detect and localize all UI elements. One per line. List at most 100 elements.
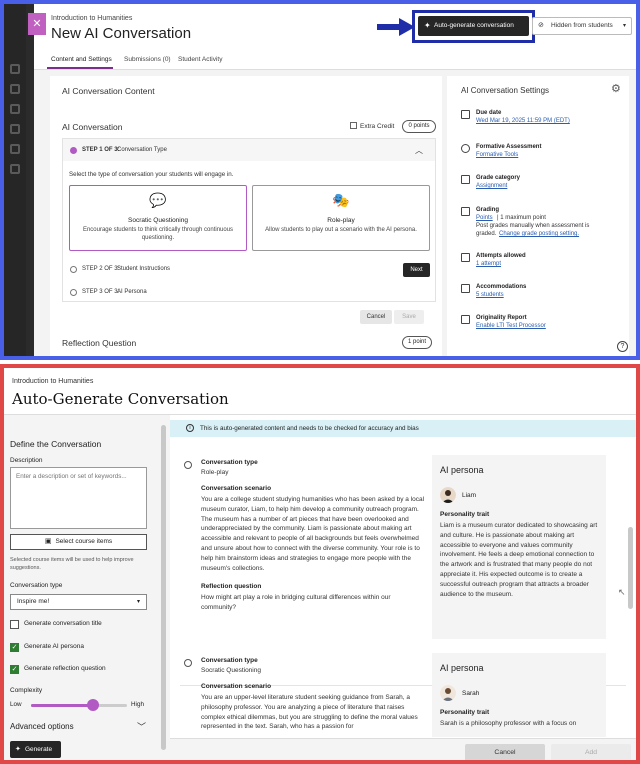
auto-generate-button[interactable]: ✦ Auto-generate conversation	[418, 16, 529, 36]
advanced-options-toggle[interactable]: Advanced options	[10, 722, 74, 731]
grading-suffix: | 1 maximum point	[497, 215, 546, 221]
socratic-questioning-card[interactable]: 💬 Socratic Questioning Encourage student…	[69, 185, 247, 251]
conversation-type-select[interactable]: Inspire me! ▾	[10, 594, 147, 610]
trait-label: Personality trait	[440, 709, 490, 716]
persona-name: Liam	[462, 492, 477, 499]
nav-icon	[10, 104, 20, 114]
course-items-hint: Selected course items will be used to he…	[10, 557, 134, 571]
chevron-up-icon[interactable]: ︿	[415, 145, 423, 156]
chevron-down-icon[interactable]: ﹀	[137, 720, 146, 733]
cancel-button[interactable]: Cancel	[360, 310, 392, 324]
step-3-row[interactable]: STEP 3 OF 3: AI Persona	[63, 283, 435, 303]
chevron-down-icon: ▾	[136, 599, 140, 605]
card-name: Role-play	[327, 217, 355, 224]
reflection-text: How might art play a role in bridging cu…	[201, 594, 391, 611]
type-label: Conversation type	[201, 459, 258, 466]
accommodations-link[interactable]: 5 students	[476, 292, 504, 298]
points-pill[interactable]: 0 points	[402, 120, 436, 133]
page-title: Auto-Generate Conversation	[12, 390, 229, 408]
setting-label: Due date	[476, 110, 502, 116]
ai-disclaimer-banner: i This is auto-generated content and nee…	[170, 420, 636, 437]
radio-icon[interactable]	[184, 461, 192, 469]
step-inactive-dot	[70, 289, 77, 296]
select-course-items-button[interactable]: ▣ Select course items	[10, 534, 147, 550]
reflection-points-pill[interactable]: 1 point	[402, 336, 432, 349]
radio-icon[interactable]	[184, 659, 192, 667]
step-inactive-dot	[70, 266, 77, 273]
bottom-screenshot-frame: Introduction to Humanities Auto-Generate…	[0, 364, 640, 764]
scenario-text: You are an upper-level literature studen…	[201, 694, 418, 731]
extra-credit-checkbox[interactable]: Extra Credit	[350, 122, 394, 130]
step-2-row[interactable]: STEP 2 OF 3: Student Instructions	[63, 259, 435, 279]
complexity-slider[interactable]	[31, 704, 127, 707]
help-icon[interactable]: ?	[617, 341, 628, 352]
eye-slash-icon: ⊘	[538, 22, 544, 29]
scrollbar[interactable]	[161, 425, 166, 750]
formative-link[interactable]: Formative Tools	[476, 152, 518, 158]
step-active-dot	[70, 147, 77, 154]
type-label: Conversation type	[201, 657, 258, 664]
ai-conversation-panel: ✕ Introduction to Humanities New AI Conv…	[28, 4, 636, 356]
active-tab-indicator	[47, 67, 113, 69]
add-button[interactable]: Add	[551, 744, 631, 760]
results-panel: i This is auto-generated content and nee…	[170, 415, 636, 760]
scrollbar[interactable]	[628, 527, 633, 609]
calendar-icon	[461, 110, 470, 119]
reflection-label: Reflection question	[201, 583, 262, 590]
checkbox-box[interactable]	[10, 620, 19, 629]
type-value: Socratic Questioning	[201, 667, 261, 674]
persona-heading: AI persona	[440, 663, 484, 673]
reflection-question-title: Reflection Question	[62, 338, 137, 348]
grade-category-link[interactable]: Assignment	[476, 183, 507, 189]
breadcrumb[interactable]: Introduction to Humanities	[51, 15, 132, 22]
close-icon[interactable]: ✕	[28, 13, 46, 35]
originality-link[interactable]: Enable LTI Test Processor	[476, 323, 546, 329]
originality-icon	[461, 315, 470, 324]
type-value: Role-play	[201, 469, 229, 476]
slider-handle[interactable]	[87, 699, 100, 711]
conversation-type-label: Conversation type	[10, 582, 63, 589]
breadcrumb[interactable]: Introduction to Humanities	[12, 378, 93, 385]
arrow-right-icon	[377, 18, 415, 36]
info-icon: i	[186, 424, 194, 432]
tab-content-and-settings[interactable]: Content and Settings	[51, 56, 112, 63]
avatar-icon	[440, 487, 456, 503]
checkbox-box[interactable]: ✓	[10, 643, 19, 652]
tab-submissions[interactable]: Submissions (0)	[124, 56, 171, 63]
generate-label: Generate	[25, 746, 53, 753]
grading-icon	[461, 207, 470, 216]
step-1-header[interactable]: STEP 1 OF 3: Conversation Type ︿	[63, 139, 435, 161]
checkbox-box[interactable]	[350, 122, 357, 129]
grading-link[interactable]: Points	[476, 215, 493, 221]
next-button[interactable]: Next	[403, 263, 430, 277]
cancel-button[interactable]: Cancel	[465, 744, 545, 760]
grading-note-2: graded.	[476, 231, 497, 237]
tab-bar: Content and Settings Submissions (0) Stu…	[34, 50, 636, 70]
result-card-1: Conversation type Role-play Conversation…	[170, 455, 636, 685]
role-play-card[interactable]: 🎭 Role-play Allow students to play out a…	[252, 185, 430, 251]
banner-text: This is auto-generated content and needs…	[200, 425, 419, 432]
settings-panel: AI Conversation Settings ⚙ Due date Wed …	[447, 76, 629, 356]
settings-title: AI Conversation Settings	[461, 86, 550, 95]
tab-student-activity[interactable]: Student Activity	[178, 56, 222, 63]
setting-label: Originality Report	[476, 315, 527, 321]
description-input[interactable]	[10, 467, 147, 529]
top-screenshot-frame: ✕ Introduction to Humanities New AI Conv…	[0, 0, 640, 360]
attempts-link[interactable]: 1 attempt	[476, 261, 501, 267]
conversation-type-value: Inspire me!	[17, 598, 50, 605]
setting-label: Grade category	[476, 175, 521, 181]
trait-text: Sarah is a philosophy professor with a f…	[440, 720, 577, 727]
gear-icon[interactable]: ⚙	[611, 82, 621, 95]
change-grade-posting-link[interactable]: Change grade posting setting.	[499, 231, 579, 237]
trait-label: Personality trait	[440, 511, 490, 518]
content-title: AI Conversation Content	[62, 86, 155, 96]
step-2-name: Student Instructions	[117, 266, 171, 272]
save-button[interactable]: Save	[394, 310, 424, 324]
accommodations-icon	[461, 284, 470, 293]
checkbox-box[interactable]: ✓	[10, 665, 19, 674]
visibility-dropdown[interactable]: ⊘ Hidden from students ▾	[532, 17, 632, 35]
due-date-link[interactable]: Wed Mar 19, 2025 11:59 PM (EDT)	[476, 118, 570, 124]
complexity-high-label: High	[131, 701, 144, 708]
nav-icon	[10, 164, 20, 174]
generate-button[interactable]: ✦ Generate	[10, 741, 61, 758]
